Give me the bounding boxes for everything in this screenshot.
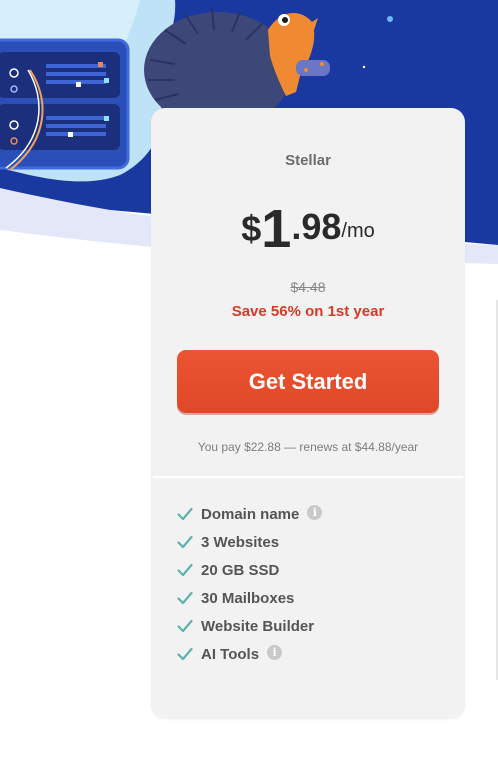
feature-item: 20 GB SSD	[177, 556, 322, 584]
price-period: /mo	[341, 220, 375, 242]
plan-card: Stellar $1.98/mo $4.48 Save 56% on 1st y…	[151, 108, 465, 719]
price-integer: 1	[261, 199, 292, 259]
check-icon	[177, 563, 193, 577]
feature-label: 30 Mailboxes	[201, 589, 295, 607]
feature-label: 3 Websites	[201, 533, 280, 551]
check-icon	[177, 507, 193, 521]
feature-item: Domain name i	[177, 500, 323, 528]
feature-list: Domain name i 3 Websites 20 GB SSD 30 Ma…	[177, 500, 323, 668]
check-icon	[177, 647, 193, 661]
feature-label: Domain name	[201, 505, 300, 523]
feature-label: 20 GB SSD	[201, 561, 280, 579]
discount-text: Save 56% on 1st year	[231, 303, 385, 320]
feature-item: 3 Websites	[177, 528, 322, 556]
check-icon	[177, 535, 193, 549]
info-icon[interactable]: i	[307, 504, 323, 520]
plan-name: Stellar	[285, 152, 331, 169]
feature-item: Website Builder	[177, 612, 322, 640]
renewal-note: You pay $22.88 — renews at $44.88/year	[197, 440, 419, 454]
feature-item: AI Tools i	[177, 640, 322, 668]
feature-label: Website Builder	[201, 617, 315, 635]
check-icon	[177, 591, 193, 605]
check-icon	[177, 619, 193, 633]
divider	[153, 476, 463, 478]
info-icon[interactable]: i	[267, 644, 283, 660]
feature-item: 30 Mailboxes	[177, 584, 322, 612]
price-currency: $	[241, 208, 262, 249]
old-price: $4.48	[290, 279, 326, 295]
get-started-button[interactable]: Get Started	[177, 350, 439, 413]
plan-price: $1.98/mo	[151, 202, 465, 256]
price-decimal: .98	[291, 206, 342, 247]
feature-label: AI Tools	[201, 645, 260, 663]
